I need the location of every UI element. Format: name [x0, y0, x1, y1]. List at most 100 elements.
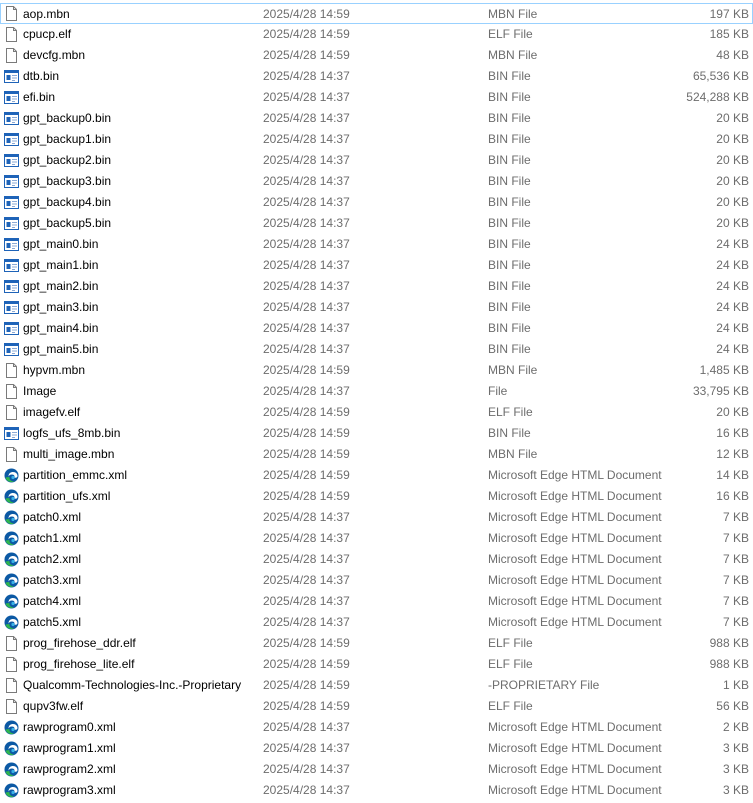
- file-name: devcfg.mbn: [23, 48, 86, 62]
- binary-file-icon: [4, 342, 19, 357]
- file-size: 24 KB: [716, 258, 749, 272]
- file-size: 24 KB: [716, 300, 749, 314]
- file-row[interactable]: dtb.bin 2025/4/28 14:37 BIN File 65,536 …: [0, 66, 753, 87]
- file-name: cpucp.elf: [23, 27, 72, 41]
- file-type: BIN File: [488, 132, 531, 146]
- file-name: rawprogram1.xml: [23, 741, 116, 755]
- file-row[interactable]: prog_firehose_lite.elf 2025/4/28 14:59 E…: [0, 654, 753, 675]
- file-type: BIN File: [488, 174, 531, 188]
- edge-icon: [4, 615, 19, 630]
- file-row[interactable]: hypvm.mbn 2025/4/28 14:59 MBN File 1,485…: [0, 360, 753, 381]
- file-row[interactable]: prog_firehose_ddr.elf 2025/4/28 14:59 EL…: [0, 633, 753, 654]
- edge-icon: [4, 720, 19, 735]
- file-size: 524,288 KB: [686, 90, 749, 104]
- file-type: MBN File: [488, 363, 538, 377]
- file-date-modified: 2025/4/28 14:37: [263, 741, 350, 755]
- file-row[interactable]: gpt_backup3.bin 2025/4/28 14:37 BIN File…: [0, 171, 753, 192]
- document-icon: [4, 405, 19, 420]
- file-row[interactable]: rawprogram2.xml 2025/4/28 14:37 Microsof…: [0, 759, 753, 780]
- file-row[interactable]: gpt_main3.bin 2025/4/28 14:37 BIN File 2…: [0, 297, 753, 318]
- file-row[interactable]: patch4.xml 2025/4/28 14:37 Microsoft Edg…: [0, 591, 753, 612]
- file-size: 7 KB: [722, 531, 749, 545]
- file-row[interactable]: gpt_backup1.bin 2025/4/28 14:37 BIN File…: [0, 129, 753, 150]
- binary-file-icon: [4, 195, 19, 210]
- file-date-modified: 2025/4/28 14:37: [263, 552, 350, 566]
- document-icon: [4, 27, 19, 42]
- file-date-modified: 2025/4/28 14:37: [263, 300, 350, 314]
- file-date-modified: 2025/4/28 14:59: [263, 426, 350, 440]
- edge-icon: [4, 510, 19, 525]
- file-row[interactable]: gpt_main5.bin 2025/4/28 14:37 BIN File 2…: [0, 339, 753, 360]
- file-size: 20 KB: [716, 153, 749, 167]
- file-size: 3 KB: [722, 741, 749, 755]
- file-row[interactable]: rawprogram3.xml 2025/4/28 14:37 Microsof…: [0, 780, 753, 801]
- file-row[interactable]: devcfg.mbn 2025/4/28 14:59 MBN File 48 K…: [0, 45, 753, 66]
- file-type: BIN File: [488, 258, 531, 272]
- file-row[interactable]: Image 2025/4/28 14:37 File 33,795 KB: [0, 381, 753, 402]
- file-row[interactable]: efi.bin 2025/4/28 14:37 BIN File 524,288…: [0, 87, 753, 108]
- file-date-modified: 2025/4/28 14:59: [263, 678, 350, 692]
- file-row[interactable]: patch5.xml 2025/4/28 14:37 Microsoft Edg…: [0, 612, 753, 633]
- file-name: partition_emmc.xml: [23, 468, 128, 482]
- file-type: BIN File: [488, 90, 531, 104]
- file-date-modified: 2025/4/28 14:37: [263, 342, 350, 356]
- file-size: 24 KB: [716, 279, 749, 293]
- file-size: 7 KB: [722, 615, 749, 629]
- file-row[interactable]: patch3.xml 2025/4/28 14:37 Microsoft Edg…: [0, 570, 753, 591]
- file-row[interactable]: rawprogram0.xml 2025/4/28 14:37 Microsof…: [0, 717, 753, 738]
- document-icon: [4, 48, 19, 63]
- file-size: 16 KB: [716, 489, 749, 503]
- file-row[interactable]: imagefv.elf 2025/4/28 14:59 ELF File 20 …: [0, 402, 753, 423]
- file-row[interactable]: gpt_main4.bin 2025/4/28 14:37 BIN File 2…: [0, 318, 753, 339]
- file-name: patch3.xml: [23, 573, 82, 587]
- file-row[interactable]: patch0.xml 2025/4/28 14:37 Microsoft Edg…: [0, 507, 753, 528]
- file-row[interactable]: cpucp.elf 2025/4/28 14:59 ELF File 185 K…: [0, 24, 753, 45]
- file-row[interactable]: partition_emmc.xml 2025/4/28 14:59 Micro…: [0, 465, 753, 486]
- file-row[interactable]: Qualcomm-Technologies-Inc.-Proprietary 2…: [0, 675, 753, 696]
- file-date-modified: 2025/4/28 14:37: [263, 384, 350, 398]
- file-size: 1,485 KB: [699, 363, 749, 377]
- file-date-modified: 2025/4/28 14:37: [263, 153, 350, 167]
- file-date-modified: 2025/4/28 14:59: [263, 657, 350, 671]
- file-name: rawprogram0.xml: [23, 720, 116, 734]
- file-row[interactable]: gpt_backup5.bin 2025/4/28 14:37 BIN File…: [0, 213, 753, 234]
- file-size: 185 KB: [709, 27, 749, 41]
- file-list[interactable]: aop.mbn 2025/4/28 14:59 MBN File 197 KB …: [0, 0, 753, 803]
- file-name: Qualcomm-Technologies-Inc.-Proprietary: [23, 678, 242, 692]
- file-date-modified: 2025/4/28 14:59: [263, 27, 350, 41]
- file-name: gpt_main4.bin: [23, 321, 99, 335]
- file-name: gpt_main5.bin: [23, 342, 99, 356]
- file-row[interactable]: gpt_main0.bin 2025/4/28 14:37 BIN File 2…: [0, 234, 753, 255]
- file-type: Microsoft Edge HTML Document: [488, 783, 662, 797]
- file-date-modified: 2025/4/28 14:37: [263, 594, 350, 608]
- file-row[interactable]: qupv3fw.elf 2025/4/28 14:59 ELF File 56 …: [0, 696, 753, 717]
- file-name: Image: [23, 384, 57, 398]
- file-date-modified: 2025/4/28 14:59: [263, 7, 350, 21]
- file-type: Microsoft Edge HTML Document: [488, 762, 662, 776]
- file-row[interactable]: patch1.xml 2025/4/28 14:37 Microsoft Edg…: [0, 528, 753, 549]
- file-row[interactable]: partition_ufs.xml 2025/4/28 14:59 Micros…: [0, 486, 753, 507]
- file-row[interactable]: gpt_backup4.bin 2025/4/28 14:37 BIN File…: [0, 192, 753, 213]
- file-type: BIN File: [488, 153, 531, 167]
- file-name: partition_ufs.xml: [23, 489, 111, 503]
- file-row[interactable]: gpt_backup2.bin 2025/4/28 14:37 BIN File…: [0, 150, 753, 171]
- file-date-modified: 2025/4/28 14:37: [263, 132, 350, 146]
- file-row[interactable]: logfs_ufs_8mb.bin 2025/4/28 14:59 BIN Fi…: [0, 423, 753, 444]
- file-row[interactable]: gpt_main1.bin 2025/4/28 14:37 BIN File 2…: [0, 255, 753, 276]
- file-row[interactable]: rawprogram1.xml 2025/4/28 14:37 Microsof…: [0, 738, 753, 759]
- file-row[interactable]: gpt_main2.bin 2025/4/28 14:37 BIN File 2…: [0, 276, 753, 297]
- file-size: 3 KB: [722, 762, 749, 776]
- edge-icon: [4, 468, 19, 483]
- file-type: BIN File: [488, 237, 531, 251]
- file-type: BIN File: [488, 69, 531, 83]
- edge-icon: [4, 573, 19, 588]
- file-row[interactable]: gpt_backup0.bin 2025/4/28 14:37 BIN File…: [0, 108, 753, 129]
- file-type: Microsoft Edge HTML Document: [488, 573, 662, 587]
- file-type: BIN File: [488, 321, 531, 335]
- file-row[interactable]: patch2.xml 2025/4/28 14:37 Microsoft Edg…: [0, 549, 753, 570]
- file-type: BIN File: [488, 111, 531, 125]
- file-row[interactable]: aop.mbn 2025/4/28 14:59 MBN File 197 KB: [0, 3, 753, 24]
- file-row[interactable]: multi_image.mbn 2025/4/28 14:59 MBN File…: [0, 444, 753, 465]
- file-size: 48 KB: [716, 48, 749, 62]
- document-icon: [4, 363, 19, 378]
